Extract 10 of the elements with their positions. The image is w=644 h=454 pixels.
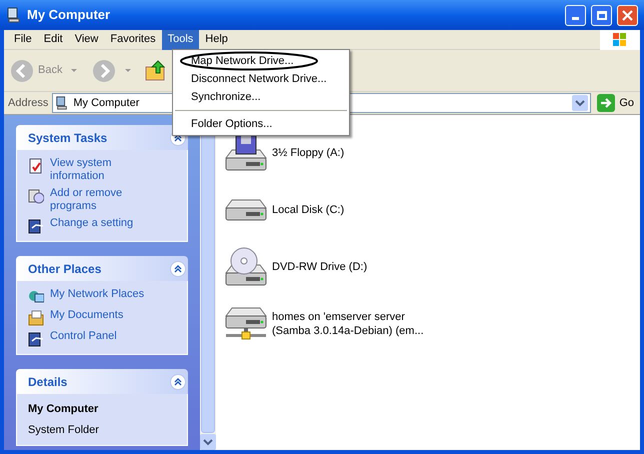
address-label: Address — [8, 96, 48, 111]
drive-label: DVD-RW Drive (D:) — [272, 260, 368, 274]
address-value: My Computer — [73, 96, 140, 111]
drive-label: 3½ Floppy (A:) — [272, 146, 344, 160]
drive-label: Local Disk (C:) — [272, 202, 344, 216]
drive-label: homes on 'emserver server — [272, 310, 406, 324]
window-title: My Computer — [27, 6, 112, 24]
drive-label: (Samba 3.0.14a-Debian) (em... — [272, 324, 424, 338]
details-type: System Folder — [28, 422, 100, 438]
details-name: My Computer — [28, 402, 100, 417]
